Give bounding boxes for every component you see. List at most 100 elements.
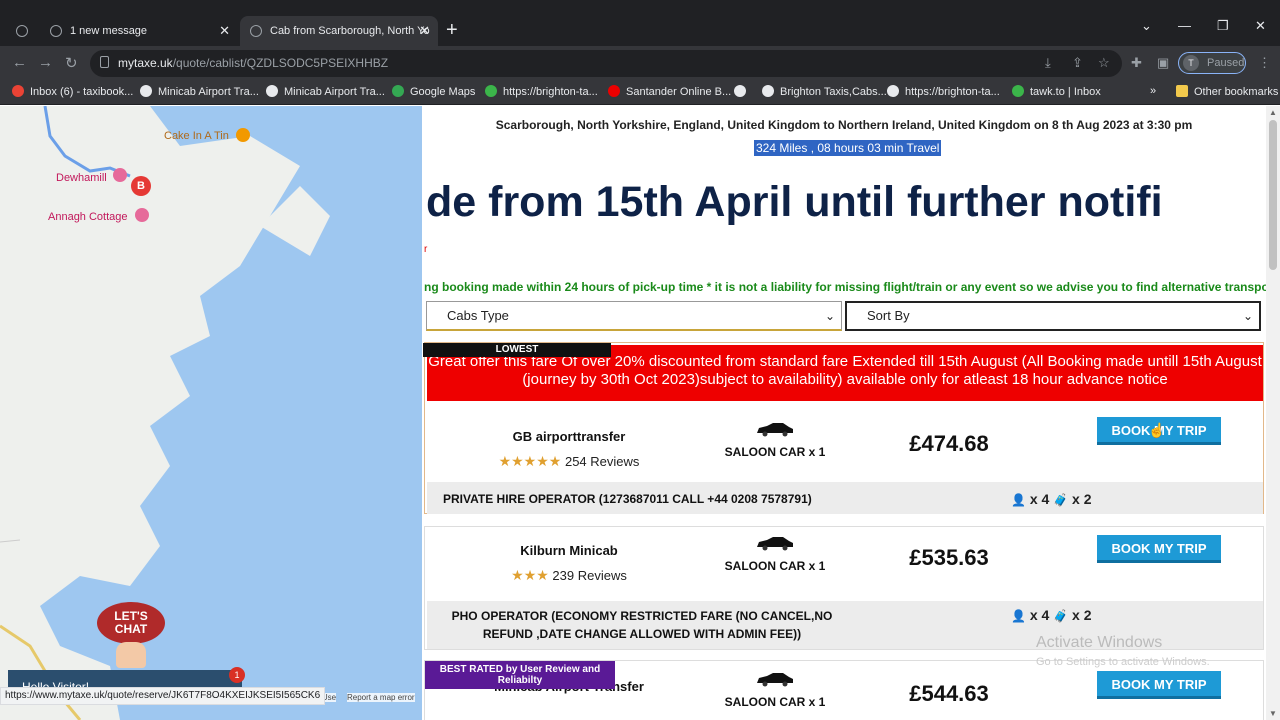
globe-icon [266,85,278,97]
share-icon[interactable]: ⇪ [1072,55,1083,71]
chat-hand-icon [116,642,146,668]
sort-by-select[interactable]: Sort By ⌄ [845,301,1261,331]
passenger-icon: 👤 [1011,493,1026,507]
minimize-icon[interactable]: — [1178,18,1191,33]
route-summary: Scarborough, North Yorkshire, England, U… [495,118,1193,132]
route-map[interactable]: Cake In A Tin Dewhamill B Annagh Cottage [0,106,422,720]
globe-icon [762,85,774,97]
tab-messages[interactable]: 1 new message ✕ [40,16,238,46]
chevron-down-icon: ⌄ [824,309,835,323]
best-rated-ribbon: BEST RATED by User Review and Reliabilty [425,661,615,689]
map-label-annagh: Annagh Cottage [48,211,128,223]
bookmark-item[interactable]: Minicab Airport Tra... [140,85,259,98]
globe-icon [16,25,28,37]
luggage-icon: 🧳 [1053,493,1069,507]
car-type: SALOON CAR x 1 [724,695,826,709]
star-rating-icon: ★★★ [511,567,549,583]
notice-marquee-small: ng booking made within 24 hours of pick-… [424,280,1266,294]
cab-offer-card: Great offer this fare Of over 20% discou… [423,342,1264,514]
back-icon[interactable]: ← [12,54,27,71]
page-scrollbar[interactable]: ▲ ▼ [1266,106,1280,720]
fare-price: £544.63 [909,681,989,706]
fare-price: £474.68 [909,431,989,456]
distance-summary: 324 Miles , 08 hours 03 min Travel [754,140,942,156]
site-icon [485,85,497,97]
forward-icon[interactable]: → [38,54,53,71]
activate-windows-title: Activate Windows [1036,634,1163,651]
car-type: SALOON CAR x 1 [724,559,826,573]
maps-pin-icon [392,85,404,97]
profile-button[interactable]: T Paused [1178,52,1246,74]
bookmark-item[interactable]: Inbox (6) - taxibook... [12,85,133,98]
tab-search-chevron-icon[interactable]: ⌄ [1141,18,1152,34]
bookmark-item[interactable]: Google Maps [392,85,475,98]
map-report-link[interactable]: Report a map error [347,693,415,702]
bookmark-item[interactable]: Minicab Airport Tra... [266,85,385,98]
bookmark-item[interactable]: https://brighton-ta... [887,85,1000,98]
scroll-up-icon[interactable]: ▲ [1269,108,1277,117]
install-icon[interactable]: ⤓ [1045,55,1051,71]
operator-info-bar: PRIVATE HIRE OPERATOR (1273687011 CALL +… [427,482,1263,514]
scrollbar-thumb[interactable] [1269,120,1277,270]
lock-icon [100,56,109,68]
book-my-trip-button[interactable]: BOOK MY TRIP [1097,671,1221,699]
address-bar[interactable]: mytaxe.uk/quote/cablist/QZDLSODC5PSEIXHH… [90,50,1122,77]
extensions-icon[interactable]: ✚ [1131,55,1142,71]
luggage-icon: 🧳 [1053,609,1069,623]
map-label-cake: Cake In A Tin [164,130,229,142]
capacity: 👤 x 4 🧳 x 2 [1011,491,1092,507]
passenger-icon: 👤 [1011,609,1026,623]
gmail-icon [12,85,24,97]
activate-windows-subtitle: Go to Settings to activate Windows. [1036,656,1210,668]
tab-title: 1 new message [70,25,148,37]
lodging-pin-icon[interactable] [135,208,149,222]
close-icon[interactable]: ✕ [219,16,230,46]
bookmark-item[interactable]: Santander Online B... [608,85,731,98]
folder-icon [1176,85,1188,97]
menu-icon[interactable]: ⋮ [1258,55,1271,71]
bookmarks-overflow-icon[interactable]: » [1150,85,1156,97]
cab-offer-card: Kilburn Minicab ★★★ 239 Reviews SALOON C… [424,526,1264,650]
chat-widget-badge[interactable]: LET'S CHAT [97,602,165,644]
lodging-pin-icon[interactable] [113,168,127,182]
tab-cab-quote[interactable]: Cab from Scarborough, North Yo ✕ [240,16,438,46]
tab-title: Cab from Scarborough, North Yo [270,25,430,37]
bookmark-item[interactable]: tawk.to | Inbox [1012,85,1101,98]
tawk-icon [1012,85,1024,97]
globe-icon [734,85,746,97]
scroll-down-icon[interactable]: ▼ [1269,709,1277,718]
bookmark-item[interactable] [734,85,752,98]
fare-price: £535.63 [909,545,989,570]
chat-notification-badge: 1 [229,667,245,683]
globe-icon [887,85,899,97]
close-icon[interactable]: ✕ [419,16,430,46]
restore-icon[interactable]: ❐ [1217,18,1229,34]
bookmark-star-icon[interactable]: ☆ [1098,55,1110,71]
side-panel-icon[interactable]: ▣ [1157,55,1169,71]
saloon-car-icon [757,673,793,687]
new-tab-button[interactable]: + [446,18,458,42]
globe-icon [50,25,62,37]
car-type: SALOON CAR x 1 [724,445,826,459]
operator-name: GB airporttransfer [512,429,626,444]
quote-results: Scarborough, North Yorkshire, England, U… [422,106,1266,720]
notice-red-text: r [424,244,428,255]
cabs-type-select[interactable]: Cabs Type ⌄ [426,301,842,331]
capacity: 👤 x 4 🧳 x 2 [1011,607,1092,623]
lowest-ribbon: LOWEST [423,343,611,357]
rating: ★★★ 239 Reviews [449,567,689,584]
reload-icon[interactable]: ↻ [65,54,78,72]
bookmark-item[interactable]: https://brighton-ta... [485,85,598,98]
restaurant-pin-icon[interactable] [236,128,250,142]
book-my-trip-button[interactable]: BOOK MY TRIP [1097,535,1221,563]
bookmark-item[interactable]: Brighton Taxis,Cabs... [762,85,887,98]
window-close-icon[interactable]: ✕ [1255,18,1266,34]
destination-marker-icon[interactable]: B [131,176,151,196]
avatar: T [1183,55,1199,71]
rating: ★★★★★ 254 Reviews [449,453,689,470]
browser-toolbar: ← → ↻ mytaxe.uk/quote/cablist/QZDLSODC5P… [0,46,1280,80]
cab-offer-card: Minicab Airport Transfer BEST RATED by U… [424,660,1264,720]
tab-search-icon[interactable] [4,16,38,46]
globe-icon [250,25,262,37]
other-bookmarks[interactable]: Other bookmarks [1176,85,1278,98]
